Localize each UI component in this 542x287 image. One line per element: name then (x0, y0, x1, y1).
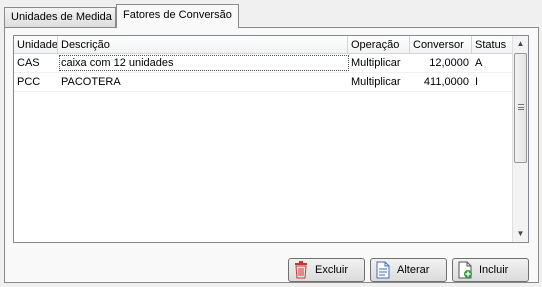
column-header-conversor[interactable]: Conversor (410, 36, 472, 54)
trash-icon (293, 261, 309, 279)
table-row[interactable]: CAS caixa com 12 unidades Multiplicar 12… (14, 54, 512, 73)
document-edit-icon (375, 261, 391, 279)
tab-panel: Unidade Descrição Operação Conversor Sta… (4, 27, 539, 283)
excluir-button[interactable]: Excluir (288, 258, 365, 282)
document-add-icon (457, 261, 473, 279)
table-row[interactable]: PCC PACOTERA Multiplicar 411,0000 I (14, 73, 512, 92)
column-header-status[interactable]: Status (472, 36, 512, 54)
cell-descricao[interactable]: PACOTERA (58, 73, 348, 92)
tab-fatores-de-conversao[interactable]: Fatores de Conversão (116, 4, 239, 28)
cell-status: A (475, 57, 483, 69)
incluir-label: Incluir (479, 264, 509, 276)
tab-unidades-de-medida[interactable]: Unidades de Medida (4, 7, 116, 28)
grip-icon (518, 104, 524, 110)
column-header-descricao[interactable]: Descrição (58, 36, 348, 54)
conversion-grid[interactable]: Unidade Descrição Operação Conversor Sta… (13, 35, 529, 243)
column-header-unidade[interactable]: Unidade (14, 36, 58, 54)
scrollbar-thumb[interactable] (514, 53, 527, 163)
cell-conversor: 12,0000 (429, 57, 469, 69)
alterar-button[interactable]: Alterar (370, 258, 447, 282)
cell-conversor: 411,0000 (423, 76, 469, 88)
cell-status: I (475, 76, 479, 88)
cell-descricao[interactable]: caixa com 12 unidades (58, 54, 348, 73)
column-header-operacao[interactable]: Operação (348, 36, 410, 54)
incluir-button[interactable]: Incluir (452, 258, 529, 282)
excluir-label: Excluir (315, 264, 349, 276)
cell-operacao: Multiplicar (351, 76, 401, 88)
cell-operacao: Multiplicar (351, 57, 401, 69)
scroll-up-arrow-icon[interactable]: ▲ (513, 36, 528, 52)
cell-unidade: CAS (17, 57, 40, 69)
tab-strip: Unidades de Medida Fatores de Conversão (2, 4, 538, 28)
alterar-label: Alterar (397, 264, 430, 276)
vertical-scrollbar[interactable]: ▲ ▼ (512, 36, 528, 242)
scroll-down-arrow-icon[interactable]: ▼ (513, 226, 528, 242)
grid-header: Unidade Descrição Operação Conversor Sta… (14, 36, 512, 54)
cell-unidade: PCC (17, 76, 41, 88)
